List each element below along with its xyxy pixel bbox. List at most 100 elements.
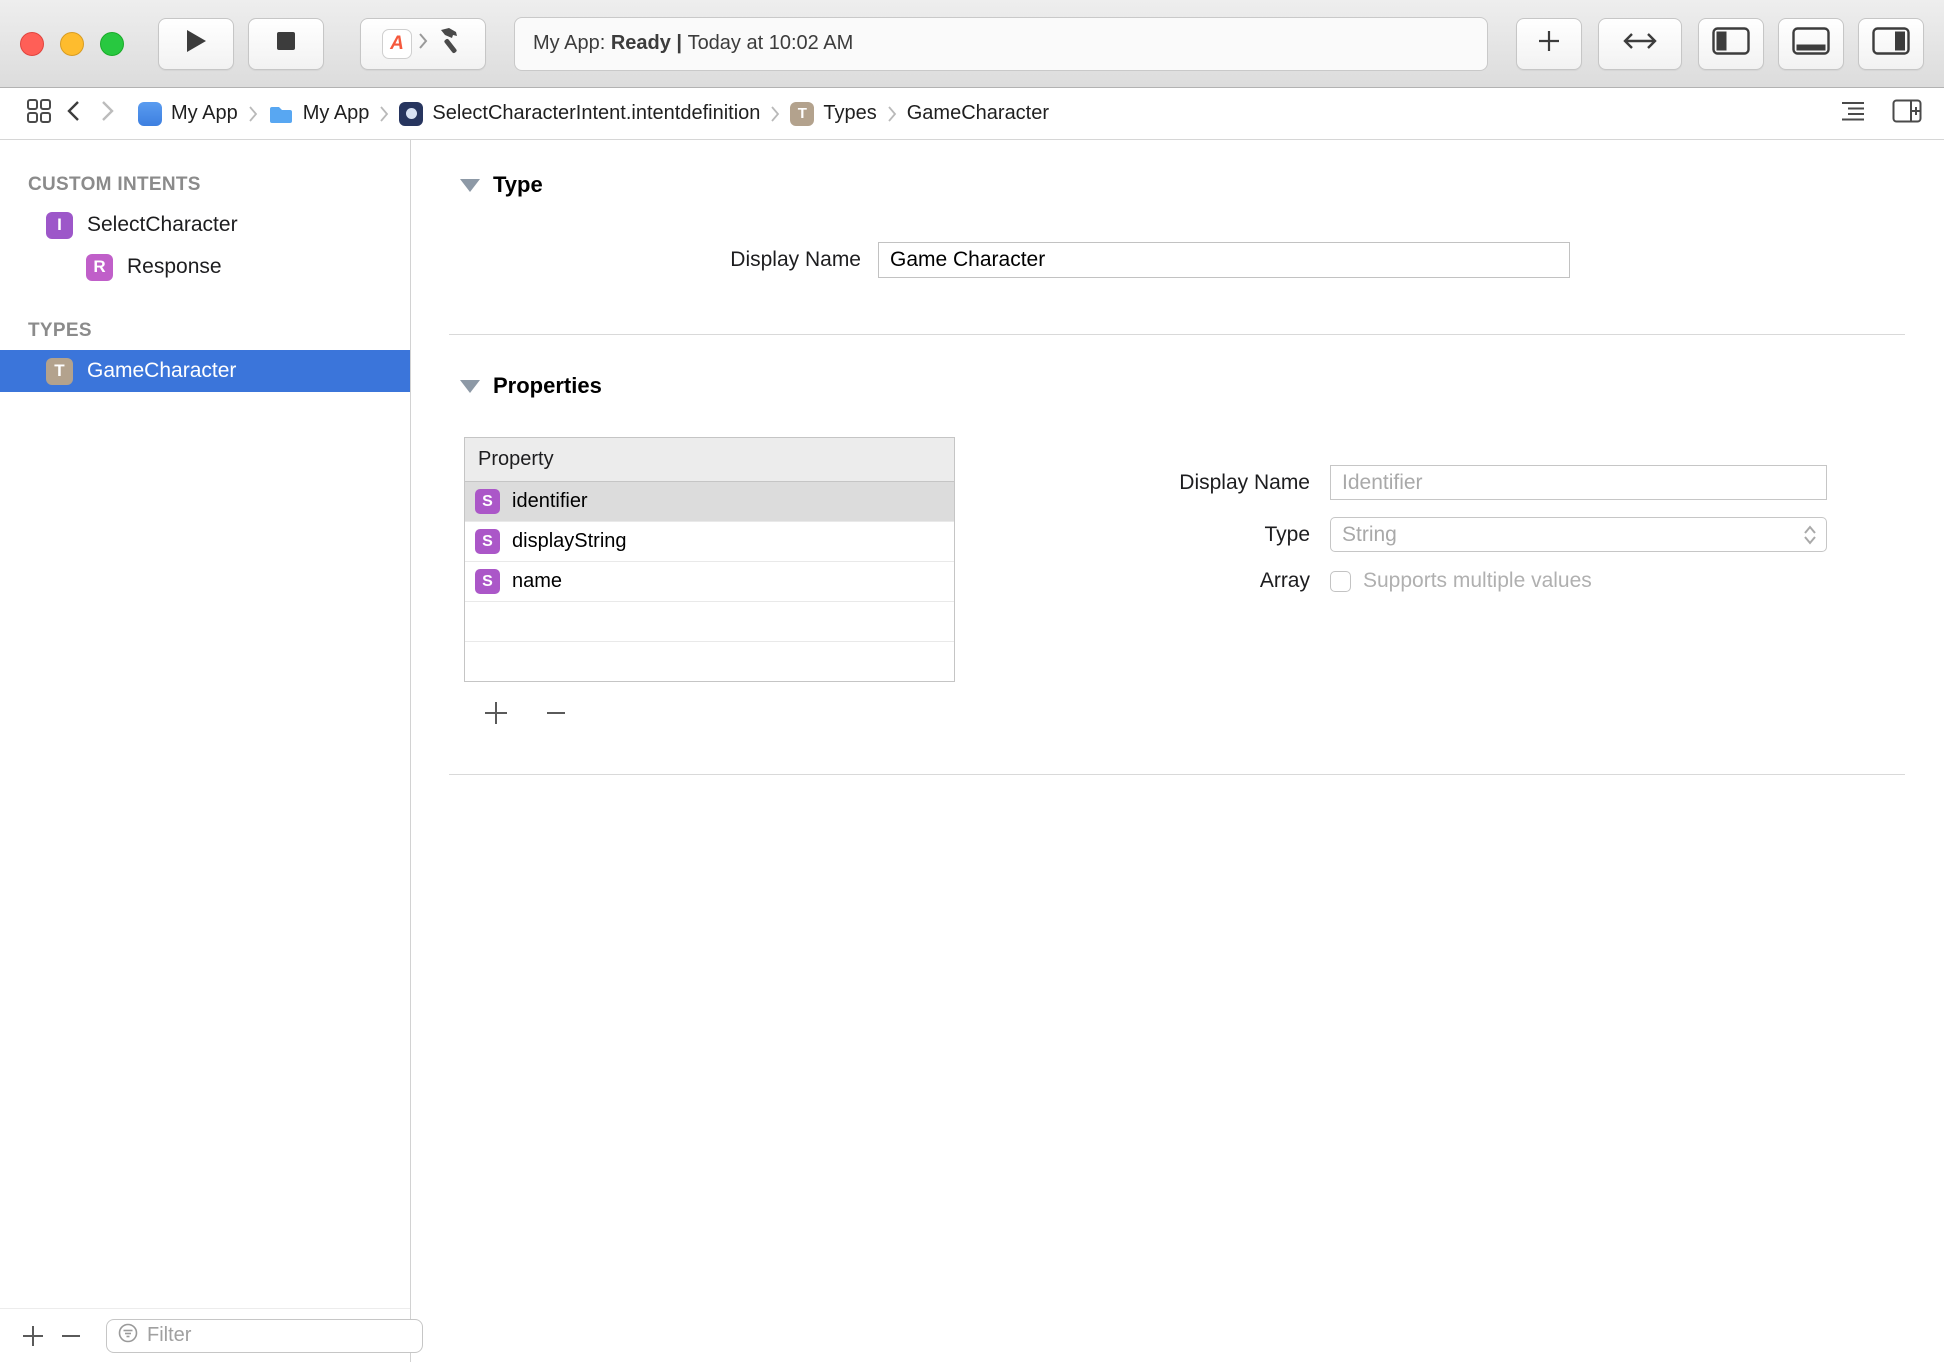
sidebar-section-custom-intents: CUSTOM INTENTS	[0, 166, 410, 204]
sidebar-content: CUSTOM INTENTS I SelectCharacter R Respo…	[0, 140, 410, 392]
breadcrumb-label: SelectCharacterIntent.intentdefinition	[432, 102, 760, 125]
right-panel-icon	[1872, 26, 1910, 61]
close-window-button[interactable]	[20, 32, 44, 56]
minimize-window-button[interactable]	[60, 32, 84, 56]
breadcrumb-label: Types	[823, 102, 876, 125]
property-detail-form: Display Name Type String Array	[1110, 437, 1827, 610]
add-toolbar-button[interactable]	[1516, 18, 1582, 70]
disclosure-triangle-icon[interactable]	[460, 380, 480, 393]
scheme-selector[interactable]: A	[360, 18, 486, 70]
detail-display-name-label: Display Name	[1110, 471, 1310, 495]
property-name: identifier	[512, 490, 588, 513]
left-right-arrows-icon	[1622, 29, 1658, 58]
detail-array-row: Array Supports multiple values	[1110, 569, 1827, 593]
plus-icon	[1537, 29, 1561, 58]
breadcrumb-project[interactable]: My App	[138, 102, 238, 126]
jump-bar: My App My App SelectCharacterIntent.inte…	[0, 88, 1944, 140]
disclosure-triangle-icon[interactable]	[460, 179, 480, 192]
intent-editor: Type Display Name Properties Property S	[411, 140, 1944, 1362]
breadcrumb-file[interactable]: SelectCharacterIntent.intentdefinition	[399, 102, 760, 126]
toggle-debug-area-button[interactable]	[1778, 18, 1844, 70]
go-back-button[interactable]	[56, 97, 90, 131]
hammer-icon	[434, 26, 464, 61]
related-items-button[interactable]	[22, 97, 56, 131]
filter-field[interactable]	[106, 1319, 423, 1353]
table-row-identifier[interactable]: S identifier	[465, 482, 954, 522]
table-row-empty	[465, 602, 954, 642]
supports-multiple-values-checkbox[interactable]	[1330, 571, 1351, 592]
breadcrumb-separator-icon	[248, 105, 258, 123]
run-button[interactable]	[158, 18, 234, 70]
breadcrumb-gamecharacter[interactable]: GameCharacter	[907, 102, 1049, 125]
supports-multiple-values-label: Supports multiple values	[1363, 569, 1592, 593]
app-target-icon: A	[382, 29, 412, 59]
detail-type-label: Type	[1110, 523, 1310, 547]
breadcrumb-group[interactable]: My App	[268, 102, 370, 125]
table-row-name[interactable]: S name	[465, 562, 954, 602]
breadcrumb-separator-icon	[379, 105, 389, 123]
bottom-panel-icon	[1792, 26, 1830, 61]
section-title: Properties	[493, 373, 602, 399]
filter-icon	[117, 1322, 139, 1349]
sidebar-item-selectcharacter[interactable]: I SelectCharacter	[0, 204, 410, 246]
status-timestamp: Today at 10:02 AM	[688, 32, 854, 55]
filter-input[interactable]	[147, 1324, 412, 1347]
breadcrumb-types[interactable]: T Types	[790, 102, 876, 126]
properties-section-header: Properties	[460, 373, 1944, 399]
table-header-property: Property	[465, 438, 954, 482]
properties-body: Property S identifier S displayString S …	[411, 437, 1944, 728]
sidebar-item-response[interactable]: R Response	[0, 246, 410, 288]
sidebar-item-gamecharacter[interactable]: T GameCharacter	[0, 350, 410, 392]
code-review-button[interactable]	[1598, 18, 1682, 70]
table-row-displaystring[interactable]: S displayString	[465, 522, 954, 562]
chevron-left-icon	[65, 99, 81, 128]
table-actions	[481, 698, 955, 728]
toggle-navigator-button[interactable]	[1698, 18, 1764, 70]
project-navigator-sidebar: CUSTOM INTENTS I SelectCharacter R Respo…	[0, 140, 411, 1362]
project-icon	[138, 102, 162, 126]
dropdown-stepper-icon	[1802, 523, 1818, 547]
toggle-inspector-button[interactable]	[1858, 18, 1924, 70]
add-editor-icon[interactable]	[1892, 99, 1922, 128]
add-item-button[interactable]	[20, 1319, 46, 1353]
breadcrumb-separator-icon	[770, 105, 780, 123]
string-property-icon: S	[475, 529, 500, 554]
properties-table-container: Property S identifier S displayString S …	[411, 437, 955, 728]
properties-table: Property S identifier S displayString S …	[464, 437, 955, 682]
play-icon	[184, 28, 208, 59]
section-title: Type	[493, 172, 543, 198]
type-dropdown-value: String	[1342, 523, 1397, 547]
traffic-lights	[20, 32, 124, 56]
breadcrumb: My App My App SelectCharacterIntent.inte…	[138, 102, 1049, 126]
type-icon: T	[790, 102, 814, 126]
section-divider	[449, 334, 1905, 335]
intent-definition-file-icon	[399, 102, 423, 126]
status-state: Ready |	[611, 32, 688, 55]
editor-options-icon[interactable]	[1840, 100, 1866, 127]
add-property-button[interactable]	[481, 698, 511, 728]
string-property-icon: S	[475, 489, 500, 514]
remove-item-button[interactable]	[58, 1319, 84, 1353]
sidebar-item-label: GameCharacter	[87, 359, 236, 383]
sidebar-item-label: SelectCharacter	[87, 213, 238, 237]
zoom-window-button[interactable]	[100, 32, 124, 56]
display-name-input[interactable]	[878, 242, 1570, 278]
display-name-label: Display Name	[411, 248, 861, 272]
section-divider	[449, 774, 1905, 775]
stop-button[interactable]	[248, 18, 324, 70]
detail-display-name-input[interactable]	[1330, 465, 1827, 500]
breadcrumb-label: My App	[303, 102, 370, 125]
breadcrumb-label: My App	[171, 102, 238, 125]
stop-icon	[276, 31, 296, 56]
breadcrumb-separator-icon	[887, 105, 897, 123]
string-property-icon: S	[475, 569, 500, 594]
detail-type-row: Type String	[1110, 517, 1827, 552]
detail-array-label: Array	[1110, 569, 1310, 593]
property-name: name	[512, 570, 562, 593]
go-forward-button[interactable]	[90, 97, 124, 131]
remove-property-button[interactable]	[541, 698, 571, 728]
status-app-name: My App:	[533, 32, 611, 55]
jump-bar-right	[1840, 99, 1922, 128]
type-dropdown[interactable]: String	[1330, 517, 1827, 552]
display-name-row: Display Name	[411, 242, 1944, 278]
